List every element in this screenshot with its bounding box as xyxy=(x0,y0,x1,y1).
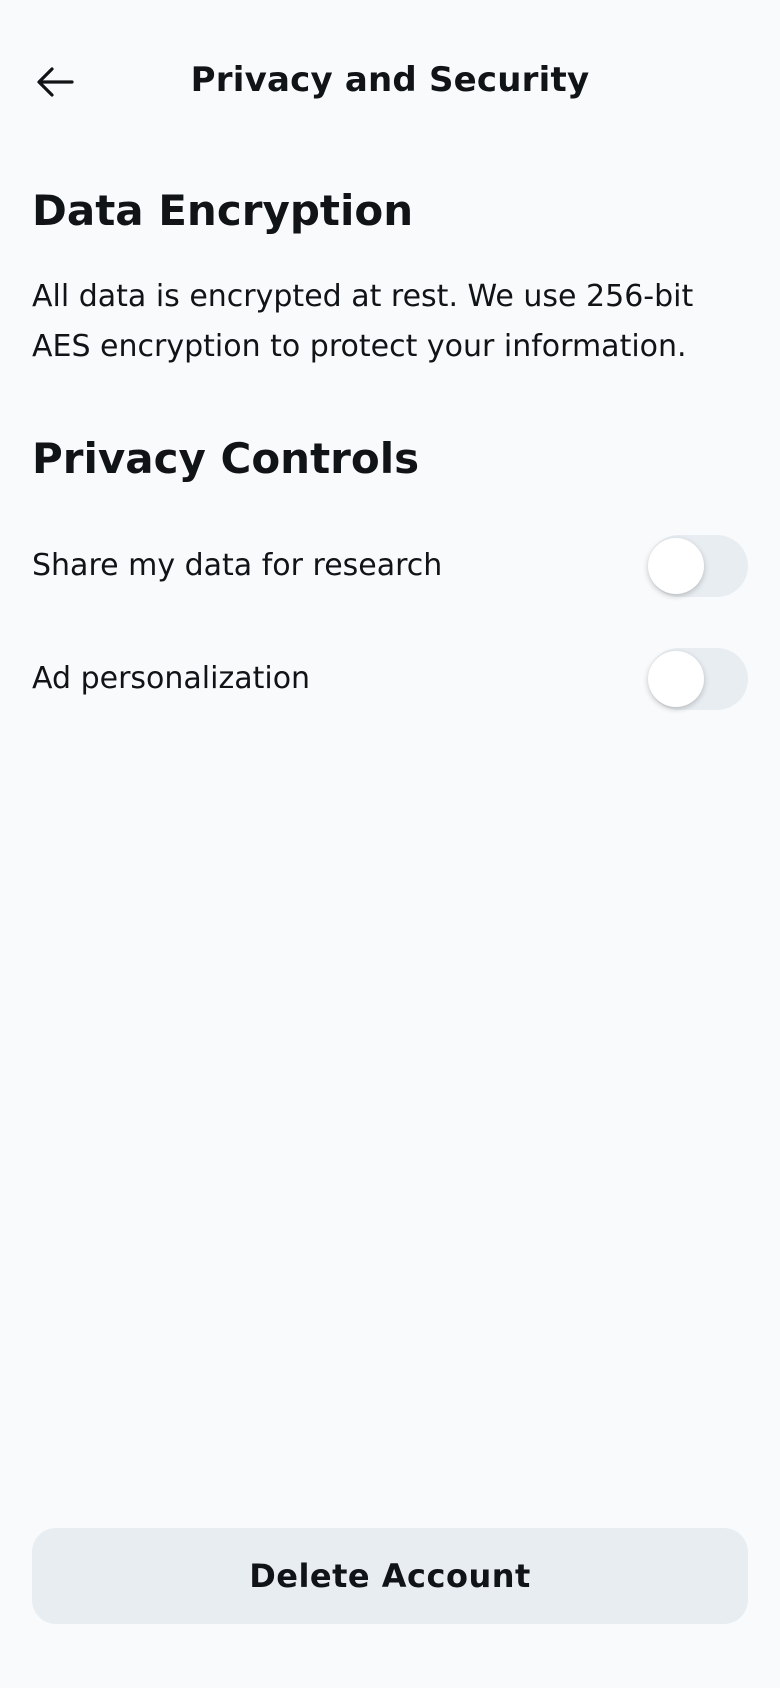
page-title: Privacy and Security xyxy=(190,60,590,100)
toggle-row-share-data: Share my data for research xyxy=(32,530,748,602)
delete-account-button[interactable]: Delete Account xyxy=(32,1528,748,1624)
top-app-bar: Privacy and Security xyxy=(0,0,780,160)
section-title-privacy-controls: Privacy Controls xyxy=(32,434,420,483)
toggle-knob xyxy=(648,651,704,707)
toggle-row-ad-personalization: Ad personalization xyxy=(32,643,748,715)
toggle-label-ad-personalization: Ad personalization xyxy=(32,661,311,696)
section-title-data-encryption: Data Encryption xyxy=(32,186,414,235)
back-button[interactable] xyxy=(24,50,88,114)
arrow-left-icon xyxy=(37,67,74,97)
encryption-description: All data is encrypted at rest. We use 25… xyxy=(32,279,694,364)
share-data-toggle[interactable] xyxy=(648,535,748,597)
toggle-label-share-data: Share my data for research xyxy=(32,548,443,583)
toggle-knob xyxy=(648,538,704,594)
ad-personalization-toggle[interactable] xyxy=(648,648,748,710)
